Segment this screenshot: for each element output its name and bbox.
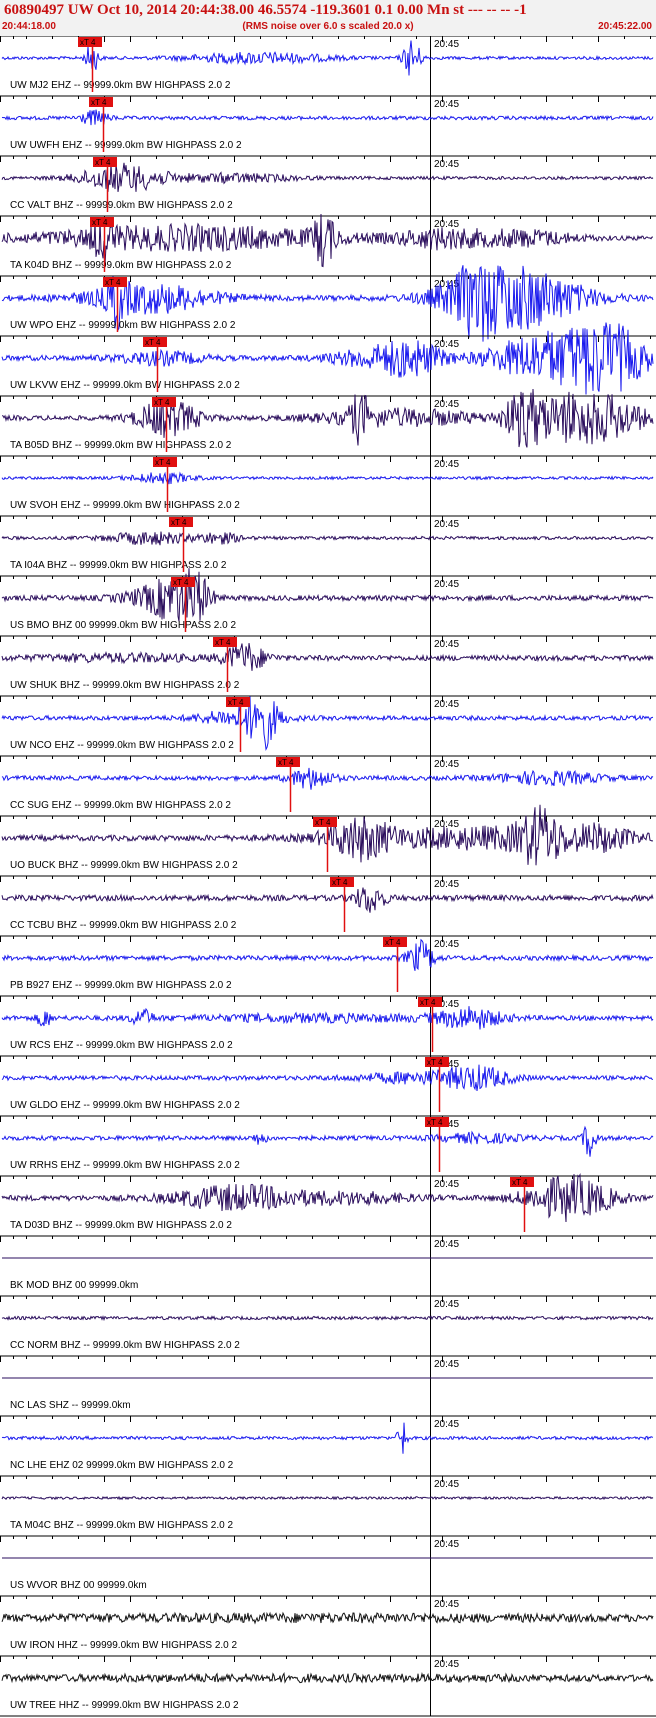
time-mark-label: 20:45 [434, 579, 459, 590]
seismogram-panel: 20:45 UW MJ2 EHZ -- 99999.0km BW HIGHPASS… [0, 36, 656, 1717]
station-label: US BMO BHZ 00 99999.0km BW HIGHPASS 2.0 … [10, 620, 236, 631]
time-mark-label: 20:45 [434, 39, 459, 50]
pick-label: xT 4 [420, 998, 436, 1007]
time-mark-label: 20:45 [434, 1179, 459, 1190]
station-label: UO BUCK BHZ -- 99999.0km BW HIGHPASS 2.0… [10, 860, 238, 871]
end-time: 20:45:22.00 [598, 21, 652, 32]
station-label: UW UWFH EHZ -- 99999.0km BW HIGHPASS 2.0… [10, 140, 242, 151]
station-label: BK MOD BHZ 00 99999.0km [10, 1280, 138, 1291]
station-label: UW MJ2 EHZ -- 99999.0km BW HIGHPASS 2.0 … [10, 80, 231, 91]
pick-label: xT 4 [173, 578, 189, 587]
waveform [1, 388, 654, 448]
waveform [1, 109, 654, 126]
station-label: UW TREE HHZ -- 99999.0km BW HIGHPASS 2.0… [10, 1700, 239, 1711]
time-mark-label: 20:45 [434, 459, 459, 470]
waveform [1, 471, 654, 485]
station-label: UW IRON HHZ -- 99999.0km BW HIGHPASS 2.0… [10, 1640, 238, 1651]
time-mark-label: 20:45 [434, 759, 459, 770]
pick-label: xT 4 [332, 878, 348, 887]
pick-label: xT 4 [145, 338, 161, 347]
station-label: CC SUG EHZ -- 99999.0km BW HIGHPASS 2.0 … [10, 800, 231, 811]
pick-label: xT 4 [278, 758, 294, 767]
pick-label: xT 4 [427, 1058, 443, 1067]
waveform [1, 643, 654, 671]
waveform [1, 1611, 654, 1625]
time-mark-label: 20:45 [434, 399, 459, 410]
station-label: NC LAS SHZ -- 99999.0km [10, 1400, 131, 1411]
time-mark-label: 20:45 [434, 519, 459, 530]
time-mark-label: 20:45 [434, 1539, 459, 1550]
time-mark-label: 20:45 [434, 1239, 459, 1250]
waveform [1, 887, 654, 913]
station-label: UW GLDO EHZ -- 99999.0km BW HIGHPASS 2.0… [10, 1100, 240, 1111]
station-label: TA K04D BHZ -- 99999.0km BW HIGHPASS 2.0… [10, 260, 232, 271]
station-label: PB B927 EHZ -- 99999.0km BW HIGHPASS 2.0… [10, 980, 232, 991]
station-label: UW WPO EHZ -- 99999.0km BW HIGHPASS 2.0 … [10, 320, 236, 331]
pick-label: xT 4 [215, 638, 231, 647]
station-label: UW LKVW EHZ -- 99999.0km BW HIGHPASS 2.0… [10, 380, 240, 391]
waveform [1, 1006, 654, 1030]
station-label: UW SHUK BHZ -- 99999.0km BW HIGHPASS 2.0… [10, 680, 240, 691]
time-mark-label: 20:45 [434, 939, 459, 950]
time-mark-label: 20:45 [434, 219, 459, 230]
station-label: UW NCO EHZ -- 99999.0km BW HIGHPASS 2.0 … [10, 740, 234, 751]
station-label: UW RCS EHZ -- 99999.0km BW HIGHPASS 2.0 … [10, 1040, 233, 1051]
waveform [1, 1315, 654, 1322]
pick-label: xT 4 [95, 158, 111, 167]
pick-label: xT 4 [385, 938, 401, 947]
waveform [1, 1671, 654, 1684]
time-mark-label: 20:45 [434, 99, 459, 110]
time-mark-label: 20:45 [434, 879, 459, 890]
waveform [1, 1495, 654, 1501]
waveform [1, 1422, 654, 1454]
time-mark-label: 20:45 [434, 1359, 459, 1370]
station-label: UW SVOH EHZ -- 99999.0km BW HIGHPASS 2.0… [10, 500, 240, 511]
time-mark-label: 20:45 [434, 699, 459, 710]
pick-label: xT 4 [228, 698, 244, 707]
pick-label: xT 4 [315, 818, 331, 827]
time-mark-label: 20:45 [434, 339, 459, 350]
pick-label: xT 4 [80, 38, 96, 47]
rms-note: (RMS noise over 6.0 s scaled 20.0 x) [242, 21, 414, 32]
time-mark-label: 20:45 [434, 1419, 459, 1430]
waveform [1, 531, 654, 546]
waveform [1, 162, 654, 192]
pick-label: xT 4 [427, 1118, 443, 1127]
time-mark-label: 20:45 [434, 639, 459, 650]
time-mark-label: 20:45 [434, 1479, 459, 1490]
pick-label: xT 4 [91, 98, 107, 107]
time-mark-label: 20:45 [434, 159, 459, 170]
event-title: 60890497 UW Oct 10, 2014 20:44:38.00 46.… [4, 2, 527, 18]
station-label: CC TCBU BHZ -- 99999.0km BW HIGHPASS 2.0… [10, 920, 237, 931]
pick-label: xT 4 [171, 518, 187, 527]
station-label: TA D03D BHZ -- 99999.0km BW HIGHPASS 2.0… [10, 1220, 232, 1231]
waveform [1, 938, 653, 971]
station-label: TA M04C BHZ -- 99999.0km BW HIGHPASS 2.0… [10, 1520, 233, 1531]
station-label: UW RRHS EHZ -- 99999.0km BW HIGHPASS 2.0… [10, 1160, 240, 1171]
station-label: TA B05D BHZ -- 99999.0km BW HIGHPASS 2.0… [10, 440, 232, 451]
pick-label: xT 4 [92, 218, 108, 227]
station-label: US WVOR BHZ 00 99999.0km [10, 1580, 147, 1591]
pick-label: xT 4 [154, 398, 170, 407]
pick-label: xT 4 [512, 1178, 528, 1187]
time-mark-label: 20:45 [434, 1299, 459, 1310]
waveform [1, 1125, 654, 1157]
pick-label: xT 4 [155, 458, 171, 467]
waveform [1, 1172, 654, 1223]
station-label: TA I04A BHZ -- 99999.0km BW HIGHPASS 2.0… [10, 560, 227, 571]
station-label: CC NORM BHZ -- 99999.0km BW HIGHPASS 2.0… [10, 1340, 240, 1351]
time-mark-label: 20:45 [434, 1599, 459, 1610]
header-bar: 60890497 UW Oct 10, 2014 20:44:38.00 46.… [0, 0, 656, 36]
station-label: CC VALT BHZ -- 99999.0km BW HIGHPASS 2.0… [10, 200, 233, 211]
station-label: NC LHE EHZ 02 99999.0km BW HIGHPASS 2.0 … [10, 1460, 234, 1471]
time-mark-label: 20:45 [434, 1659, 459, 1670]
waveform [1, 1064, 654, 1091]
pick-label: xT 4 [105, 278, 121, 287]
waveform [1, 767, 654, 790]
